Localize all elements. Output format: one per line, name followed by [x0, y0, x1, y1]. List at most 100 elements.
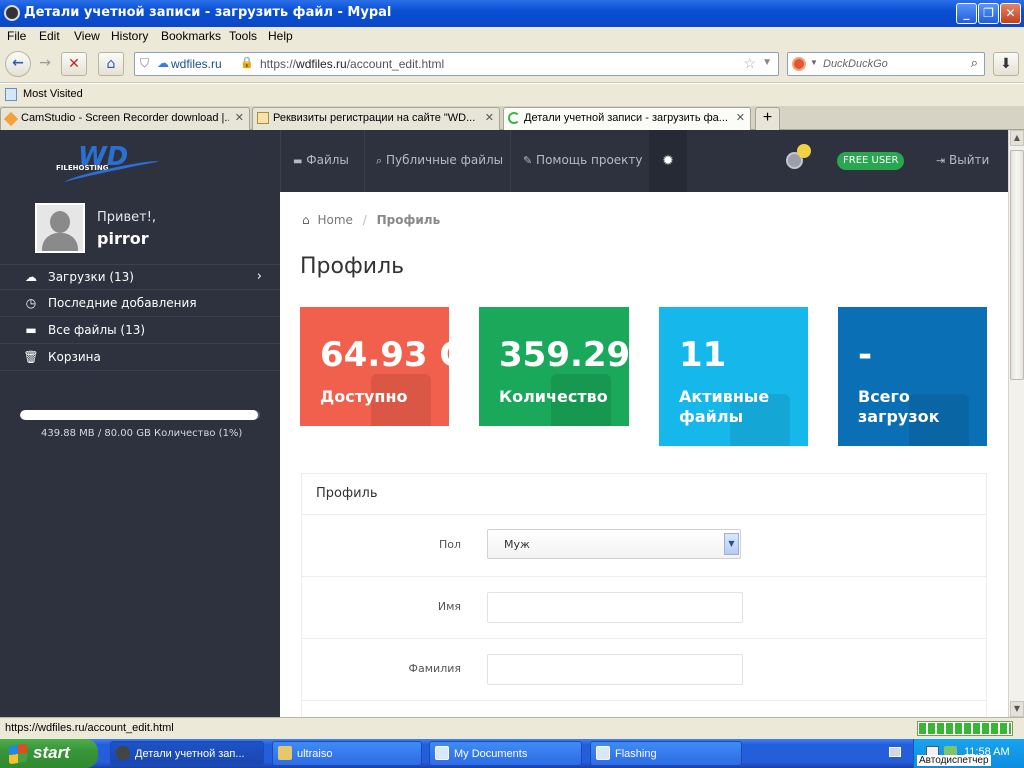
download-arrow-icon: ⬇	[1000, 56, 1012, 72]
new-tab-button[interactable]: +	[755, 107, 780, 130]
stat-value: 359.29	[499, 335, 629, 375]
avatar[interactable]	[35, 203, 85, 253]
taskbar-item-browser[interactable]: Детали учетной зап...	[110, 741, 264, 766]
taskbar-item-label: ultraiso	[297, 748, 333, 760]
sidebar-item-trash[interactable]: 🗑 Корзина	[0, 345, 280, 371]
menu-bookmarks[interactable]: Bookmarks	[161, 29, 221, 43]
stat-value: 64.93 G	[320, 335, 449, 375]
menu-tools[interactable]: Tools	[229, 29, 257, 43]
cloud-icon: ☁	[157, 56, 169, 70]
tab-label: CamStudio - Screen Recorder download |..…	[21, 112, 229, 124]
minimize-button[interactable]: _	[956, 3, 977, 24]
home-button[interactable]: ⌂	[98, 52, 124, 76]
window-title-bar[interactable]: Детали учетной записи - загрузить файл -…	[0, 0, 1024, 27]
most-visited-link[interactable]: Most Visited	[23, 88, 83, 100]
sidebar-item-label: Корзина	[48, 350, 101, 364]
search-engine-dropdown-icon[interactable]: ▼	[810, 58, 818, 67]
forward-button[interactable]: →	[33, 52, 57, 76]
scroll-down-icon[interactable]: ▼	[1010, 701, 1024, 717]
duckduckgo-icon[interactable]	[792, 57, 806, 71]
free-user-badge[interactable]: FREE USER	[837, 152, 905, 170]
stat-card-quantity: 359.29 Количество	[479, 307, 629, 426]
tab-close-icon[interactable]: ✕	[235, 111, 244, 124]
logout-link[interactable]: ⇥ Выйти	[936, 153, 989, 167]
menu-file[interactable]: File	[7, 29, 26, 43]
storage-progress-fill	[20, 410, 258, 420]
site-identity[interactable]: wdfiles.ru	[171, 57, 222, 71]
back-button[interactable]: ←	[5, 51, 31, 77]
chevron-down-icon[interactable]: ▼	[724, 533, 739, 555]
sidebar-item-label: Все файлы (13)	[48, 323, 146, 337]
menu-help[interactable]: Help	[268, 29, 293, 43]
stat-label: Доступно	[320, 387, 408, 406]
dropdown-arrow-icon[interactable]: ▼	[762, 57, 772, 68]
start-button[interactable]: start	[0, 739, 98, 768]
chevron-right-icon: ›	[256, 269, 262, 284]
magnifier-icon[interactable]: ⌕	[971, 55, 978, 71]
stat-label: Количество	[499, 387, 608, 406]
gender-select[interactable]: Муж ▼	[487, 529, 741, 559]
windows-logo-icon	[9, 743, 27, 765]
breadcrumb-home[interactable]: Home	[317, 213, 352, 227]
tab-camstudio[interactable]: CamStudio - Screen Recorder download |..…	[0, 107, 250, 130]
downloads-button[interactable]: ⬇	[993, 52, 1019, 76]
status-bar: https://wdfiles.ru/account_edit.html	[0, 717, 1024, 739]
storage-progress-bar	[20, 410, 260, 420]
menu-edit[interactable]: Edit	[39, 29, 60, 43]
nav-help-project[interactable]: ✎ Помощь проекту	[523, 153, 643, 167]
form-header: Профиль	[301, 473, 987, 515]
search-box[interactable]: ▼ DuckDuckGo ⌕	[787, 52, 985, 76]
menu-history[interactable]: History	[111, 29, 148, 43]
sidebar-item-all-files[interactable]: ▬ Все файлы (13)	[0, 318, 280, 344]
stop-button[interactable]: ✕	[61, 52, 87, 76]
sidebar-item-recent[interactable]: ◷ Последние добавления	[0, 291, 280, 317]
form-row-first-name: Имя	[301, 577, 987, 639]
tab-close-icon[interactable]: ✕	[485, 111, 494, 124]
vertical-scrollbar[interactable]: ▲ ▼	[1008, 130, 1024, 717]
plus-icon: +	[762, 109, 773, 126]
windows-taskbar: start Детали учетной зап... ultraiso My …	[0, 739, 1024, 768]
tab-account-details[interactable]: Детали учетной записи - загрузить фа... …	[503, 107, 751, 130]
tab-registration[interactable]: Реквизиты регистрации на сайте "WD... ✕	[252, 107, 500, 130]
logout-label: Выйти	[949, 153, 990, 167]
search-input[interactable]: DuckDuckGo	[823, 58, 888, 70]
tab-label: Реквизиты регистрации на сайте "WD...	[273, 112, 476, 124]
first-name-input[interactable]	[487, 592, 743, 623]
window-title: Детали учетной записи - загрузить файл -…	[24, 5, 392, 20]
url-domain: wdfiles.ru	[296, 57, 347, 71]
url-bar[interactable]: ⛉ ☁ wdfiles.ru 🔒 https://wdfiles.ru/acco…	[134, 52, 779, 76]
stat-card-total-downloads: - Всего загрузок	[838, 307, 987, 446]
last-name-input[interactable]	[487, 654, 743, 685]
nav-public-files[interactable]: ⌕ Публичные файлы	[376, 153, 503, 168]
tab-close-icon[interactable]: ✕	[736, 111, 745, 124]
sidebar: Привет!, pirror ☁ Загрузки (13) › ◷ Посл…	[0, 192, 280, 717]
scrollbar-thumb[interactable]	[1010, 150, 1024, 380]
taskbar-item-ultraiso[interactable]: ultraiso	[272, 741, 422, 766]
star-icon[interactable]: ☆	[743, 55, 756, 72]
greeting-text: Привет!,	[97, 210, 157, 225]
site-logo[interactable]: WD FILEHOSTING	[52, 142, 162, 186]
bookmarks-bar: Most Visited	[0, 84, 1024, 106]
taskbar-item-my-documents[interactable]: My Documents	[429, 741, 582, 766]
breadcrumb-separator: /	[362, 213, 367, 227]
avatar-body-icon	[42, 233, 78, 251]
trash-icon: 🗑	[23, 350, 39, 364]
menu-view[interactable]: View	[74, 29, 100, 43]
scroll-up-icon[interactable]: ▲	[1010, 130, 1024, 146]
clock-icon: ◷	[25, 296, 37, 310]
maximize-button[interactable]: ❐	[978, 3, 999, 24]
sidebar-item-label: Последние добавления	[48, 296, 197, 310]
sign-out-icon: ⇥	[936, 154, 946, 167]
sidebar-item-uploads[interactable]: ☁ Загрузки (13) ›	[0, 264, 280, 290]
taskbar-item-flashing[interactable]: Flashing	[590, 741, 742, 766]
lock-icon: 🔒	[240, 57, 254, 69]
folder-window-icon	[435, 746, 449, 760]
url-text[interactable]: https://wdfiles.ru/account_edit.html	[260, 57, 444, 71]
mypal-icon	[116, 746, 130, 760]
keyboard-icon[interactable]	[889, 747, 901, 757]
nav-files[interactable]: ▬ Файлы	[293, 153, 349, 167]
url-path: /account_edit.html	[346, 57, 445, 71]
settings-button[interactable]: ✹	[649, 130, 687, 192]
camstudio-favicon-icon	[3, 111, 19, 127]
close-button[interactable]: ✕	[1000, 3, 1021, 24]
